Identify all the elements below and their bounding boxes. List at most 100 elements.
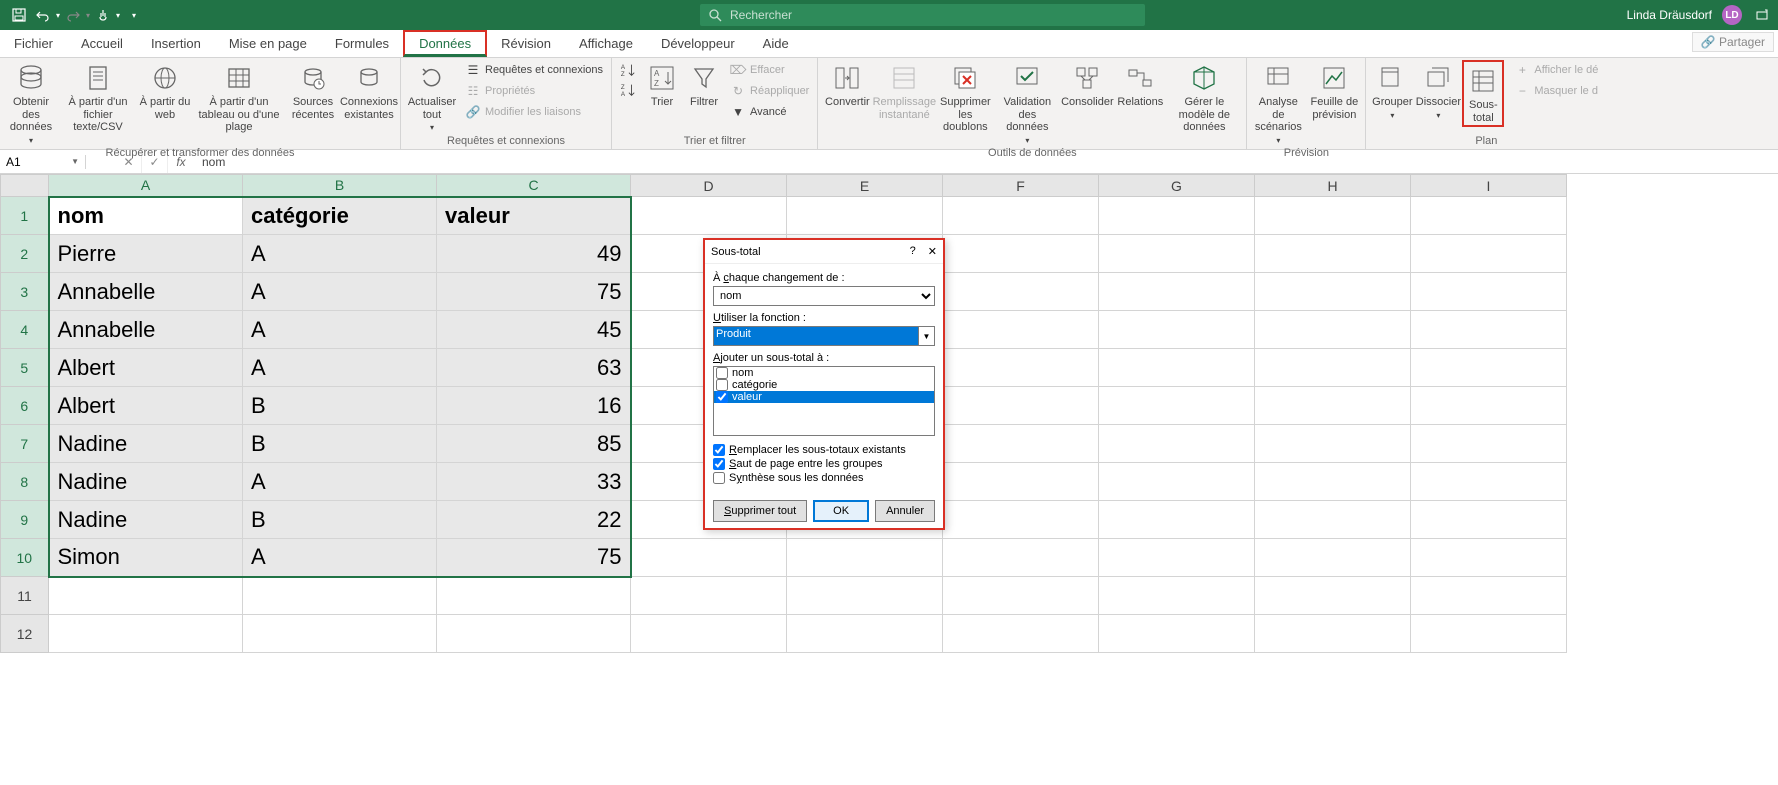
convertir-button[interactable]: Convertir [822,60,872,109]
proprietes-button[interactable]: ☷Propriétés [461,81,607,101]
cell[interactable]: Albert [49,349,243,387]
cell[interactable]: 63 [437,349,631,387]
row-header[interactable]: 1 [1,197,49,235]
effacer-button[interactable]: ⌦Effacer [726,60,813,80]
prevision-button[interactable]: Feuille de prévision [1307,60,1361,121]
cell[interactable] [1411,349,1567,387]
dissocier-button[interactable]: Dissocier▾ [1416,60,1460,120]
cell[interactable] [1099,577,1255,615]
list-item-valeur[interactable]: valeur [714,391,934,403]
cell[interactable] [1411,197,1567,235]
row-header[interactable]: 11 [1,577,49,615]
dialog-close-icon[interactable]: ✕ [928,245,937,258]
row-header[interactable]: 9 [1,501,49,539]
cell[interactable]: Albert [49,387,243,425]
cell[interactable] [1411,235,1567,273]
cell[interactable]: 33 [437,463,631,501]
row-header[interactable]: 3 [1,273,49,311]
cell[interactable] [943,273,1099,311]
cell[interactable] [1411,463,1567,501]
cell[interactable]: Pierre [49,235,243,273]
redo-dropdown-icon[interactable]: ▾ [86,11,90,20]
cell[interactable] [787,197,943,235]
cell[interactable]: nom [49,197,243,235]
cell[interactable] [1255,387,1411,425]
tab-affichage[interactable]: Affichage [565,30,647,57]
cell[interactable] [943,539,1099,577]
save-icon[interactable] [8,4,30,26]
cell[interactable]: A [243,539,437,577]
chk-valeur[interactable] [716,391,728,403]
cell[interactable] [631,615,787,653]
fonction-select[interactable]: Produit ▼ [713,326,935,346]
row-header[interactable]: 12 [1,615,49,653]
undo-icon[interactable] [32,4,54,26]
col-header-B[interactable]: B [243,175,437,197]
relations-button[interactable]: Relations [1116,60,1164,109]
cell[interactable] [1411,539,1567,577]
cell[interactable]: Nadine [49,425,243,463]
cell[interactable] [787,615,943,653]
cell[interactable]: A [243,235,437,273]
cell[interactable] [243,615,437,653]
col-header-E[interactable]: E [787,175,943,197]
col-header-D[interactable]: D [631,175,787,197]
cell[interactable] [1255,539,1411,577]
filtrer-button[interactable]: Filtrer [684,60,724,109]
cell[interactable] [1255,273,1411,311]
cell[interactable] [943,349,1099,387]
tab-revision[interactable]: Révision [487,30,565,57]
sources-recentes-button[interactable]: Sources récentes [286,60,340,121]
modele-button[interactable]: Gérer le modèle de données [1166,60,1242,134]
cell[interactable] [1255,577,1411,615]
chk-nom[interactable] [716,367,728,379]
cell[interactable] [1099,615,1255,653]
cell[interactable]: 85 [437,425,631,463]
cell[interactable]: 75 [437,273,631,311]
select-all-corner[interactable] [1,175,49,197]
tab-accueil[interactable]: Accueil [67,30,137,57]
row-header[interactable]: 5 [1,349,49,387]
redo-icon[interactable] [62,4,84,26]
row-header[interactable]: 7 [1,425,49,463]
cell[interactable] [49,577,243,615]
cell[interactable] [943,615,1099,653]
sort-asc-button[interactable]: AZ [616,60,640,80]
cell[interactable] [1099,311,1255,349]
cell[interactable]: 49 [437,235,631,273]
cell[interactable] [943,311,1099,349]
trier-button[interactable]: AZ Trier [642,60,682,109]
cell[interactable] [1255,425,1411,463]
obtenir-donnees-button[interactable]: Obtenir des données▾ [4,60,58,145]
cell[interactable]: B [243,425,437,463]
cell[interactable] [1255,463,1411,501]
cell[interactable]: A [243,273,437,311]
list-item-categorie[interactable]: catégorie [714,379,934,391]
row-header[interactable]: 10 [1,539,49,577]
tab-developpeur[interactable]: Développeur [647,30,749,57]
dialog-titlebar[interactable]: Sous-total ? ✕ [705,240,943,264]
cell[interactable] [1411,577,1567,615]
cell[interactable] [943,387,1099,425]
cell[interactable] [437,577,631,615]
cell[interactable] [943,197,1099,235]
cell[interactable] [1099,349,1255,387]
ok-button[interactable]: OK [813,500,869,522]
cell[interactable] [1255,501,1411,539]
cell[interactable] [943,501,1099,539]
cell[interactable]: Nadine [49,463,243,501]
chevron-down-icon[interactable]: ▼ [918,327,934,345]
validation-button[interactable]: Validation des données▾ [996,60,1058,145]
undo-dropdown-icon[interactable]: ▾ [56,11,60,20]
share-button[interactable]: 🔗 Partager [1692,32,1774,52]
row-header[interactable]: 8 [1,463,49,501]
cell[interactable] [1099,463,1255,501]
cell[interactable]: Annabelle [49,311,243,349]
web-button[interactable]: À partir du web [138,60,192,121]
cell[interactable]: 75 [437,539,631,577]
cell[interactable] [1099,425,1255,463]
cell[interactable] [943,425,1099,463]
analyse-button[interactable]: Analyse de scénarios▾ [1251,60,1305,145]
cell[interactable] [1411,311,1567,349]
cell[interactable] [1255,197,1411,235]
